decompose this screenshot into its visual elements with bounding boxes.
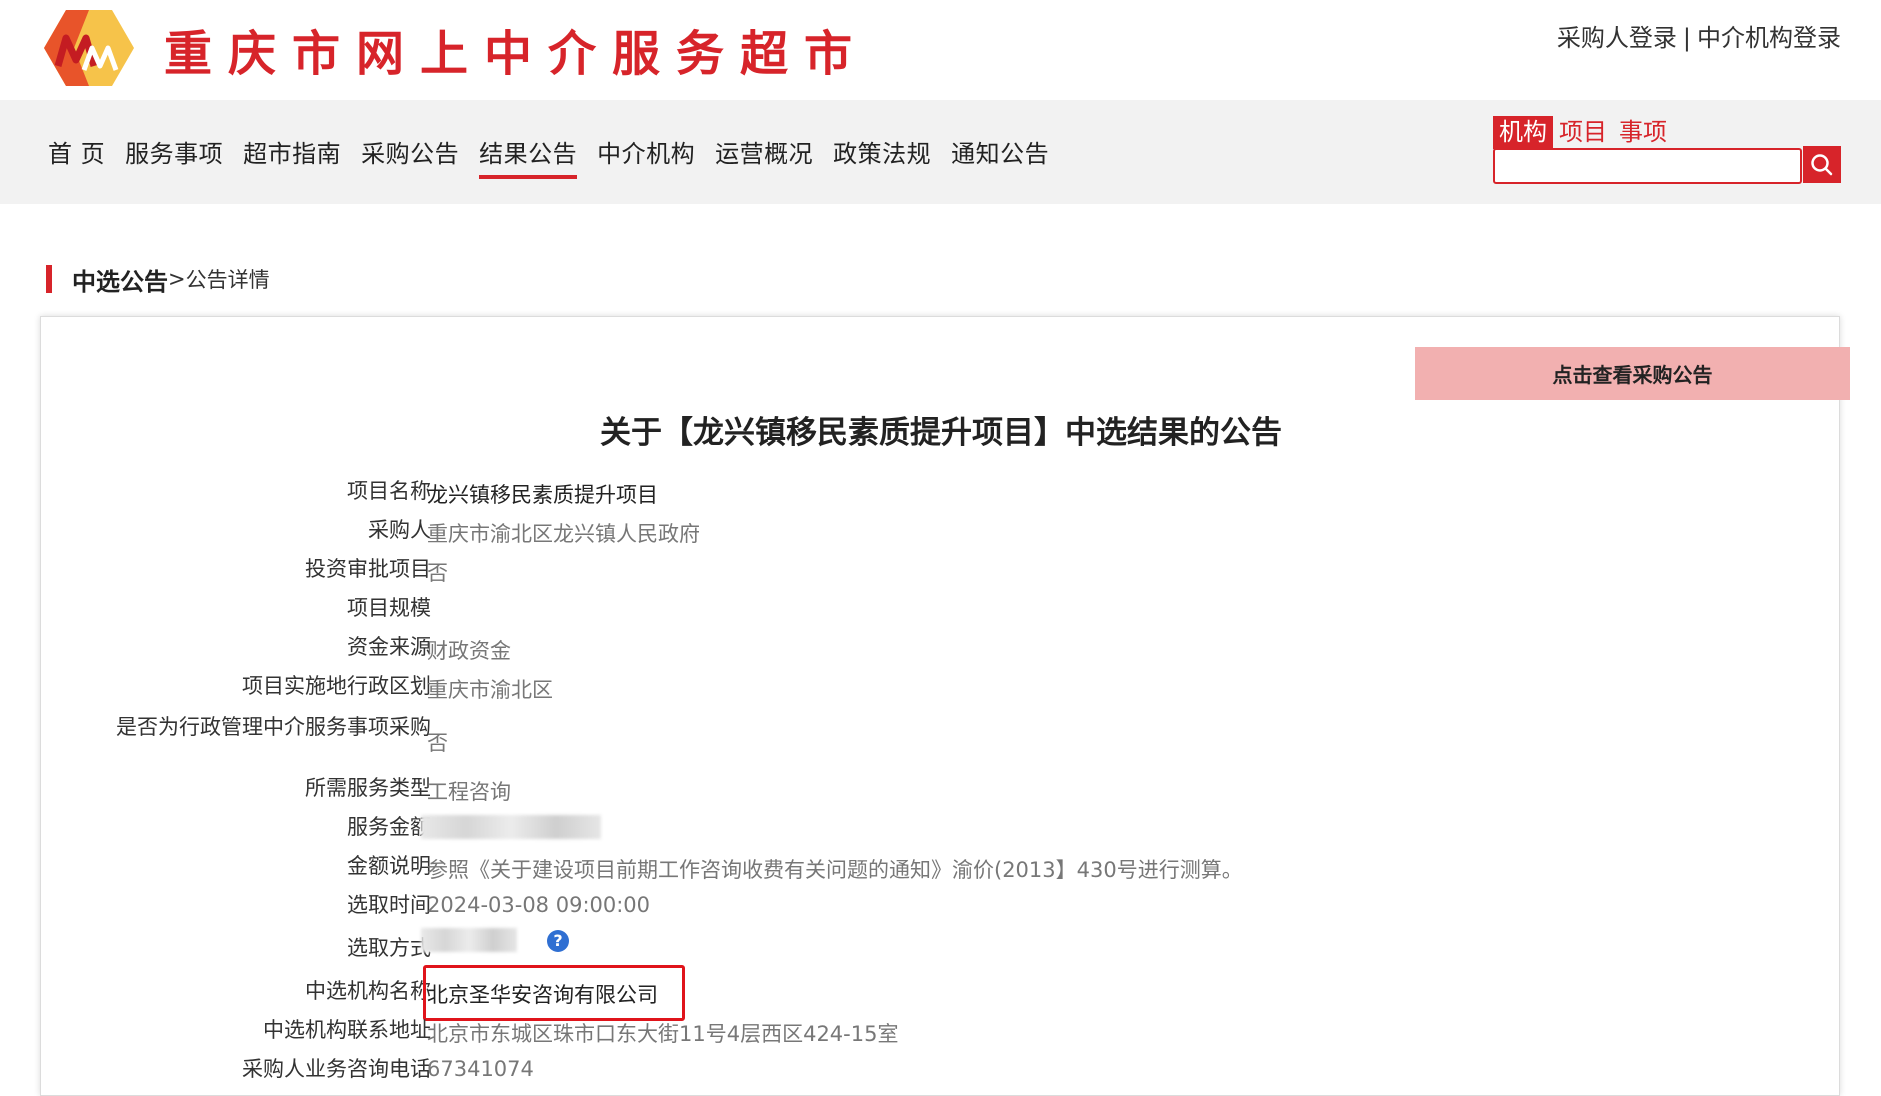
field-label: 项目实施地行政区划: [242, 674, 431, 698]
site-logo-icon[interactable]: [44, 8, 134, 88]
nav-item-operations[interactable]: 运营概况: [715, 134, 813, 179]
field-value: 2024-03-08 09:00:00: [427, 893, 651, 917]
highlight-annotation: [423, 965, 685, 1021]
nav-item-results[interactable]: 结果公告: [479, 134, 578, 179]
nav-item-services[interactable]: 服务事项: [125, 134, 223, 179]
nav-item-home[interactable]: 首 页: [48, 134, 105, 179]
field-label: 中选机构名称: [305, 979, 431, 1003]
search-tab-agency[interactable]: 机构: [1493, 116, 1553, 149]
nav-item-agencies[interactable]: 中介机构: [597, 134, 695, 179]
field-label: 所需服务类型: [305, 776, 431, 800]
field-value: 否: [427, 561, 448, 585]
buyer-login-link[interactable]: 采购人登录: [1557, 24, 1677, 52]
field-value: 否: [427, 731, 448, 755]
breadcrumb-main[interactable]: 中选公告: [72, 262, 168, 297]
notice-title: 关于【龙兴镇移民素质提升项目】中选结果的公告: [600, 415, 1282, 451]
search-tab-project[interactable]: 项目: [1553, 116, 1613, 149]
field-label: 选取时间: [347, 893, 431, 917]
site-title: 重庆市网上中介服务超市: [164, 26, 869, 82]
field-label: 是否为行政管理中介服务事项采购: [116, 715, 431, 739]
field-value: 67341074: [427, 1057, 534, 1081]
redacted-method: [421, 928, 517, 952]
field-value: 重庆市渝北区龙兴镇人民政府: [427, 522, 700, 546]
field-label: 投资审批项目: [305, 557, 431, 581]
field-label: 中选机构联系地址: [263, 1018, 431, 1042]
breadcrumb-separator: >: [168, 267, 186, 291]
field-label: 项目名称: [347, 479, 431, 503]
breadcrumb: 中选公告 > 公告详情: [46, 262, 270, 297]
field-label: 选取方式: [347, 936, 431, 960]
field-value: 财政资金: [427, 639, 511, 663]
search-tabs: 机构 项目 事项: [1493, 116, 1673, 149]
field-value: 参照《关于建设项目前期工作咨询收费有关问题的通知》渝价(2013】430号进行测…: [427, 858, 1243, 882]
field-value: 重庆市渝北区: [427, 678, 553, 702]
login-links: 采购人登录 | 中介机构登录: [1557, 18, 1841, 53]
field-label: 服务金额: [347, 815, 431, 839]
field-label: 采购人: [368, 518, 431, 542]
notice-panel: 点击查看采购公告 关于【龙兴镇移民素质提升项目】中选结果的公告 项目名称 龙兴镇…: [40, 316, 1850, 1096]
redacted-amount: [421, 815, 601, 839]
search-button[interactable]: [1803, 146, 1841, 183]
login-separator: |: [1682, 24, 1691, 52]
nav-item-notices[interactable]: 通知公告: [951, 134, 1049, 179]
view-procurement-notice-button[interactable]: 点击查看采购公告: [1415, 347, 1850, 400]
main-nav: 首 页 服务事项 超市指南 采购公告 结果公告 中介机构 运营概况 政策法规 通…: [48, 134, 1049, 179]
site-header: 重庆市网上中介服务超市 采购人登录 | 中介机构登录: [0, 0, 1881, 100]
nav-item-procurement[interactable]: 采购公告: [361, 134, 459, 179]
nav-item-policies[interactable]: 政策法规: [833, 134, 931, 179]
field-label: 资金来源: [347, 635, 431, 659]
agency-login-link[interactable]: 中介机构登录: [1697, 24, 1841, 52]
field-value: 工程咨询: [427, 780, 511, 804]
field-label: 采购人业务咨询电话: [242, 1057, 431, 1081]
search-tab-matter[interactable]: 事项: [1613, 116, 1673, 149]
field-label: 项目规模: [347, 596, 431, 620]
breadcrumb-current: 公告详情: [185, 268, 270, 292]
field-value: 北京市东城区珠市口东大街11号4层西区424-15室: [427, 1022, 899, 1046]
field-value: 龙兴镇移民素质提升项目: [427, 483, 658, 507]
search-input[interactable]: [1493, 148, 1802, 184]
search-icon: [1811, 154, 1833, 176]
breadcrumb-marker: [46, 265, 52, 293]
help-icon[interactable]: ?: [547, 930, 569, 952]
nav-item-guide[interactable]: 超市指南: [243, 134, 341, 179]
field-label: 金额说明: [347, 854, 431, 878]
